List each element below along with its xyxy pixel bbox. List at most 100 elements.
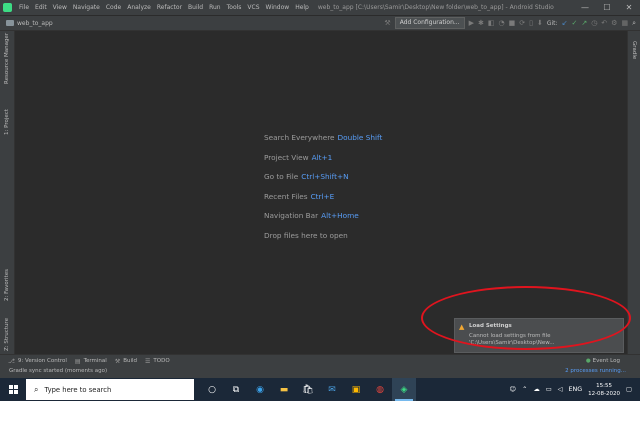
version-control-tab[interactable]: ⎇ 9: Version Control xyxy=(8,358,67,365)
taskbar-apps: ○ ⧉ ◉ ▬ 🛍 ✉ ▣ ◍ ◈ xyxy=(200,378,416,401)
tab-label: TODO xyxy=(153,358,170,364)
event-log-label: Event Log xyxy=(592,358,620,364)
debug-icon[interactable]: ✱ xyxy=(478,19,484,27)
sdk-manager-icon[interactable]: ⬇ xyxy=(537,19,543,27)
task-view-icon[interactable]: ⧉ xyxy=(224,378,248,401)
minimize-button[interactable]: — xyxy=(574,0,596,15)
hint-navigation-bar: Navigation Bar Alt+Home xyxy=(264,211,382,231)
build-tab[interactable]: ⚒ Build xyxy=(115,358,137,365)
mail-icon[interactable]: ✉ xyxy=(320,378,344,401)
menu-help[interactable]: Help xyxy=(292,4,312,11)
hint-label: Recent Files xyxy=(264,191,308,201)
tab-label: Build xyxy=(123,358,138,364)
branch-icon: ⎇ xyxy=(8,357,15,365)
menu-view[interactable]: View xyxy=(50,4,70,11)
rollback-icon[interactable]: ↶ xyxy=(601,19,607,27)
taskbar-search-box[interactable]: ⌕ Type here to search xyxy=(26,379,194,400)
person-icon[interactable]: ☺ xyxy=(510,386,517,393)
show-hidden-icons[interactable]: ⌃ xyxy=(522,386,527,393)
menu-vcs[interactable]: VCS xyxy=(244,4,262,11)
hint-label: Go to File xyxy=(264,172,299,182)
avd-manager-icon[interactable]: ▯ xyxy=(529,19,533,27)
maximize-button[interactable]: ☐ xyxy=(596,0,618,15)
git-label: Git: xyxy=(546,19,558,27)
edge-icon[interactable]: ◉ xyxy=(248,378,272,401)
menu-build[interactable]: Build xyxy=(185,4,206,11)
tab-label: 9: Version Control xyxy=(17,358,67,364)
title-bar: File Edit View Navigate Code Analyze Ref… xyxy=(0,0,640,15)
git-push-icon[interactable]: ↗ xyxy=(581,19,587,27)
structure-tab[interactable]: Z: Structure xyxy=(4,318,10,351)
store-icon[interactable]: 🛍 xyxy=(296,378,320,401)
chrome-icon[interactable]: ◍ xyxy=(368,378,392,401)
add-configuration-button[interactable]: Add Configuration... xyxy=(394,17,465,29)
hint-search-everywhere: Search Everywhere Double Shift xyxy=(264,133,382,153)
wrench-icon[interactable]: ⚙ xyxy=(611,19,617,27)
history-icon[interactable]: ◷ xyxy=(591,19,597,27)
android-studio-icon xyxy=(3,3,12,12)
battery-icon[interactable]: ▭ xyxy=(546,386,552,393)
clock[interactable]: 15:55 12-08-2020 xyxy=(588,382,620,398)
hint-label: Drop files here to open xyxy=(264,230,348,240)
menu-analyze[interactable]: Analyze xyxy=(124,4,154,11)
windows-taskbar: ⌕ Type here to search ○ ⧉ ◉ ▬ 🛍 ✉ ▣ ◍ ◈ … xyxy=(0,378,640,401)
git-update-icon[interactable]: ↙ xyxy=(562,19,568,27)
menu-refactor[interactable]: Refactor xyxy=(154,4,185,11)
background-blank xyxy=(0,401,640,432)
menu-window[interactable]: Window xyxy=(263,4,293,11)
hint-label: Search Everywhere xyxy=(264,133,335,142)
menu-edit[interactable]: Edit xyxy=(32,4,50,11)
photos-icon[interactable]: ▣ xyxy=(344,378,368,401)
status-message: Gradle sync started (moments ago) xyxy=(9,368,108,374)
list-icon: ☰ xyxy=(145,357,151,365)
hint-shortcut: Ctrl+E xyxy=(310,191,335,201)
start-button[interactable] xyxy=(0,378,26,401)
sync-icon[interactable]: ⟳ xyxy=(519,19,525,27)
menu-tools[interactable]: Tools xyxy=(224,4,245,11)
toolbar-actions: ⚒ Add Configuration... ▶ ✱ ◧ ◔ ■ ⟳ ▯ ⬇ G… xyxy=(384,17,636,29)
background-processes[interactable]: 2 processes running... xyxy=(565,368,626,374)
onedrive-icon[interactable]: ☁ xyxy=(533,386,539,393)
close-button[interactable]: ✕ xyxy=(618,0,640,15)
stop-icon[interactable]: ■ xyxy=(509,19,516,27)
editor-hints: Search Everywhere Double Shift Project Vi… xyxy=(264,133,382,251)
hint-label: Project View xyxy=(264,152,309,162)
search-icon[interactable]: ⌕ xyxy=(632,19,636,28)
profile-icon[interactable]: ◔ xyxy=(499,19,505,27)
folder-icon xyxy=(6,20,14,26)
hint-shortcut: Double Shift xyxy=(337,133,383,142)
hint-shortcut: Alt+1 xyxy=(311,152,333,162)
coverage-icon[interactable]: ◧ xyxy=(488,19,495,27)
notification-center-icon[interactable]: ▢ xyxy=(626,386,632,393)
todo-tab[interactable]: ☰ TODO xyxy=(145,358,170,365)
tab-label: Terminal xyxy=(83,358,107,364)
project-breadcrumb[interactable]: web_to_app xyxy=(17,20,53,27)
hint-shortcut: Alt+Home xyxy=(321,211,359,221)
volume-icon[interactable]: ◁ xyxy=(558,386,563,393)
menu-navigate[interactable]: Navigate xyxy=(70,4,103,11)
main-toolbar: web_to_app ⚒ Add Configuration... ▶ ✱ ◧ … xyxy=(0,15,640,31)
file-explorer-icon[interactable]: ▬ xyxy=(272,378,296,401)
window-controls: — ☐ ✕ xyxy=(574,0,640,15)
hint-recent-files: Recent Files Ctrl+E xyxy=(264,192,382,212)
menu-file[interactable]: File xyxy=(16,4,32,11)
menu-run[interactable]: Run xyxy=(206,4,224,11)
hammer-icon[interactable]: ⚒ xyxy=(384,19,390,27)
menu-code[interactable]: Code xyxy=(103,4,124,11)
clock-time: 15:55 xyxy=(596,382,612,389)
favorites-tab[interactable]: 2: Favorites xyxy=(4,269,10,301)
red-annotation-circle xyxy=(421,286,631,350)
language-indicator[interactable]: ENG xyxy=(569,386,583,393)
project-tab[interactable]: 1: Project xyxy=(4,109,10,135)
run-icon[interactable]: ▶ xyxy=(469,19,474,27)
window-title: web_to_app [C:\Users\Samir\Desktop\New f… xyxy=(317,4,554,11)
structure-icon[interactable]: ▦ xyxy=(621,19,628,27)
event-log-icon: ● xyxy=(585,358,591,364)
android-studio-taskbar-icon[interactable]: ◈ xyxy=(392,378,416,401)
terminal-tab[interactable]: ▤ Terminal xyxy=(75,358,107,365)
hint-shortcut: Ctrl+Shift+N xyxy=(301,172,349,182)
gradle-tab[interactable]: Gradle xyxy=(631,41,637,59)
cortana-icon[interactable]: ○ xyxy=(200,378,224,401)
resource-manager-tab[interactable]: Resource Manager xyxy=(4,33,10,84)
git-commit-icon[interactable]: ✓ xyxy=(571,19,577,27)
